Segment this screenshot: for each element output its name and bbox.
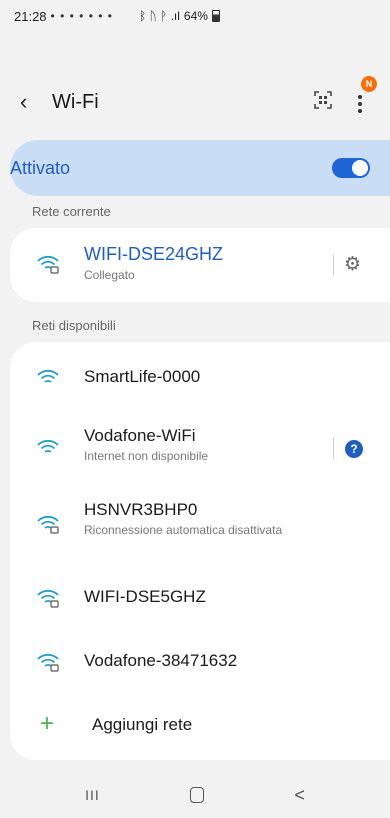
help-icon[interactable]: ? [345,440,363,458]
available-networks-section-label: Reti disponibili [32,318,116,333]
wifi-toggle-row[interactable]: Attivato [10,140,390,196]
current-network-row[interactable]: WIFI-DSE24GHZ Collegato ⚙ [10,228,390,302]
page-title: Wi-Fi [52,90,99,113]
add-network-label: Aggiungi rete [92,715,193,734]
qr-code-scan-svg [314,90,332,109]
back-arrow-icon[interactable]: ‹ [20,89,42,115]
current-network-name: WIFI-DSE24GHZ [84,244,224,264]
network-text: HSNVR3BHP0 Riconnessione automatica disa… [84,500,282,537]
network-status: Riconnessione automatica disattivata [84,523,283,537]
recent-apps-button[interactable]: III [85,787,100,803]
back-button[interactable]: < [294,785,305,806]
app-bar-actions: N [314,76,377,116]
status-time: 21:28 [14,8,47,24]
signal-icons: ᛒ ᚢ ᚹ .ıl [138,9,180,23]
status-right: ᛒ ᚢ ᚹ .ıl 64% [139,9,220,23]
network-row-vodafone-38471632[interactable]: Vodafone-38471632 [10,636,390,688]
more-options-button[interactable]: N [350,76,377,116]
wifi-icon [37,369,59,383]
divider [333,438,334,458]
network-name: Vodafone-38471632 [84,651,238,670]
battery-percent: 64% [183,9,208,23]
network-status: Internet non disponibile [84,449,209,463]
wifi-toggle-label: Attivato [10,157,71,178]
divider [333,255,334,275]
current-network-text: WIFI-DSE24GHZ Collegato [84,244,223,282]
wifi-icon [37,439,59,453]
home-button[interactable] [190,787,205,803]
gear-icon[interactable]: ⚙ [344,253,361,276]
network-name: SmartLife-0000 [84,367,201,386]
current-network-card: WIFI-DSE24GHZ Collegato ⚙ [10,228,390,302]
navigation-bar: III < [0,772,390,818]
plus-icon: + [40,710,55,737]
network-row-vodafone-wifi[interactable]: Vodafone-WiFi Internet non disponibile ? [10,416,390,478]
status-bar: 21:28 • • • • • • • ᛒ ᚢ ᚹ .ıl 64% [0,0,390,32]
current-network-status: Collegato [84,268,135,282]
wifi-toggle-switch[interactable] [332,158,370,178]
network-text: SmartLife-0000 [84,367,200,387]
network-name: HSNVR3BHP0 [84,500,198,519]
battery-icon [211,10,220,22]
available-networks-card: SmartLife-0000 Vodafone-WiFi Internet no… [10,342,390,760]
more-vertical-icon [358,95,362,116]
network-text: WIFI-DSE5GHZ [84,587,206,607]
network-row-smartlife[interactable]: SmartLife-0000 [10,352,390,404]
wifi-locked-icon [37,589,59,608]
network-name: WIFI-DSE5GHZ [84,587,206,606]
network-name: Vodafone-WiFi [84,426,196,445]
network-text: Vodafone-WiFi Internet non disponibile [84,426,208,463]
network-row-hsnvr3bhp0[interactable]: HSNVR3BHP0 Riconnessione automatica disa… [10,490,390,552]
qr-code-scan-icon[interactable] [314,90,332,114]
network-row-wifi-dse5ghz[interactable]: WIFI-DSE5GHZ [10,572,390,624]
status-left: 21:28 • • • • • • • [14,9,113,24]
add-network-row[interactable]: + Aggiungi rete [10,700,390,752]
wifi-locked-icon [37,515,59,534]
app-bar: ‹ Wi-Fi N [0,76,390,124]
notification-icons: • • • • • • • [50,9,113,23]
wifi-locked-icon [37,255,59,274]
notification-badge: N [361,76,377,92]
current-network-section-label: Rete corrente [32,204,111,219]
wifi-locked-icon [37,653,59,672]
network-text: Vodafone-38471632 [84,651,237,671]
switch-knob [352,160,368,176]
